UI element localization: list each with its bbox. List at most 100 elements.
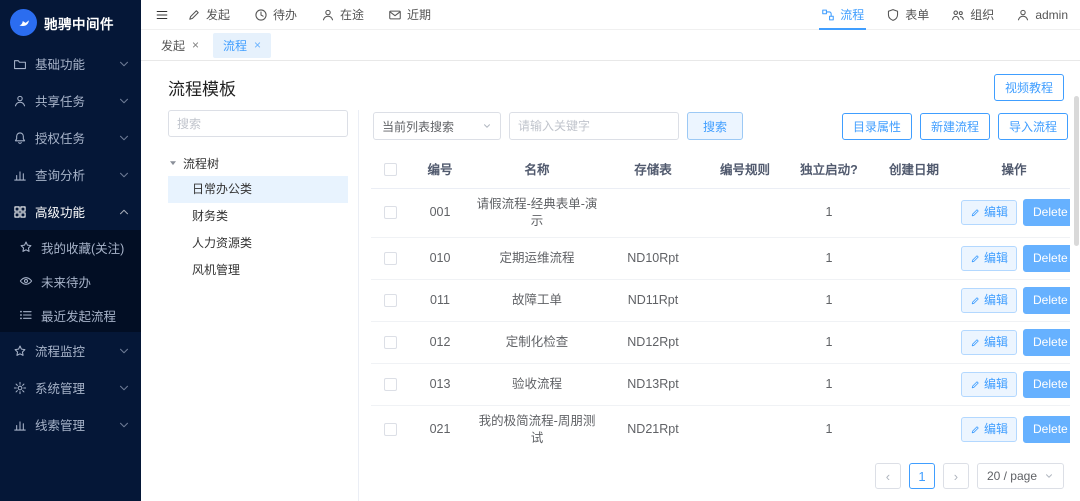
tree-node[interactable]: 财务类 <box>168 203 348 230</box>
topbar-item-label: 表单 <box>905 6 929 23</box>
edit-button[interactable]: 编辑 <box>961 200 1017 225</box>
column-header: 创建日期 <box>871 150 957 188</box>
sidebar-item[interactable]: 共享任务 <box>0 82 141 119</box>
menu-collapse-icon[interactable] <box>155 8 169 22</box>
topbar-item[interactable]: 流程 <box>821 0 864 30</box>
tab[interactable]: 发起 × <box>151 33 209 58</box>
topbar-item[interactable]: 发起 <box>187 0 230 30</box>
delete-button[interactable]: Delete <box>1023 199 1070 226</box>
row-select-cell <box>371 405 409 453</box>
tree-nodes: 日常办公类财务类人力资源类风机管理 <box>168 176 348 284</box>
column-header: 操作 <box>957 150 1070 188</box>
topbar-item[interactable]: 待办 <box>254 0 297 30</box>
prev-page-button[interactable]: ‹ <box>875 463 901 489</box>
cell-no: 001 <box>409 188 471 237</box>
edit-button[interactable]: 编辑 <box>961 288 1017 313</box>
edit-icon <box>970 337 981 348</box>
row-checkbox[interactable] <box>384 378 397 391</box>
column-header: 编号规则 <box>703 150 787 188</box>
page-number-button[interactable]: 1 <box>909 463 935 489</box>
flow-tree: 流程树 日常办公类财务类人力资源类风机管理 <box>168 150 348 284</box>
edit-button[interactable]: 编辑 <box>961 246 1017 271</box>
scrollbar-thumb[interactable] <box>1074 96 1079 246</box>
tree-node[interactable]: 风机管理 <box>168 257 348 284</box>
topbar-item-label: 待办 <box>273 6 297 23</box>
edit-button[interactable]: 编辑 <box>961 330 1017 355</box>
search-button[interactable]: 搜索 <box>687 112 743 140</box>
search-scope-value: 当前列表搜索 <box>382 118 454 135</box>
sidebar: 驰骋中间件 基础功能共享任务授权任务查询分析高级功能我的收藏(关注)未来待办最近… <box>0 0 141 501</box>
page-size-select[interactable]: 20 / page <box>977 463 1064 489</box>
sidebar-item[interactable]: 系统管理 <box>0 369 141 406</box>
row-checkbox[interactable] <box>384 336 397 349</box>
sidebar-item[interactable]: 授权任务 <box>0 119 141 156</box>
grid-icon <box>13 205 27 219</box>
cell-name: 请假流程-经典表单-演示 <box>471 188 603 237</box>
topbar-item[interactable]: 在途 <box>321 0 364 30</box>
chevron-down-icon <box>117 131 131 145</box>
table-row: 013验收流程ND13Rpt1编辑Delete <box>371 363 1070 405</box>
tab[interactable]: 流程× <box>213 33 271 58</box>
tree-search-input[interactable] <box>168 110 348 137</box>
import-flow-button[interactable]: 导入流程 <box>998 113 1068 140</box>
select-all-checkbox[interactable] <box>384 163 397 176</box>
sidebar-subitem[interactable]: 未来待办 <box>0 264 141 298</box>
cell-store: ND10Rpt <box>603 237 703 279</box>
tab-close-icon[interactable]: × <box>254 38 261 52</box>
row-checkbox[interactable] <box>384 294 397 307</box>
chevron-down-icon <box>117 418 131 432</box>
row-actions-cell: 编辑Delete <box>957 188 1070 237</box>
app-title: 驰骋中间件 <box>44 13 114 33</box>
topbar-item[interactable]: 表单 <box>886 0 929 30</box>
table-panel: 当前列表搜索 搜索 目录属性 新建流程 导入流程 <box>358 110 1070 501</box>
keyword-input[interactable] <box>509 112 679 140</box>
sidebar-item[interactable]: 高级功能 <box>0 193 141 230</box>
delete-button[interactable]: Delete <box>1023 371 1070 398</box>
new-flow-button[interactable]: 新建流程 <box>920 113 990 140</box>
table-body: 001请假流程-经典表单-演示1编辑Delete010定期运维流程ND10Rpt… <box>371 188 1070 453</box>
sidebar-subitem[interactable]: 我的收藏(关注) <box>0 230 141 264</box>
table-row: 010定期运维流程ND10Rpt1编辑Delete <box>371 237 1070 279</box>
sidebar-item[interactable]: 线索管理 <box>0 406 141 443</box>
search-scope-select[interactable]: 当前列表搜索 <box>373 112 501 140</box>
column-header: 独立启动? <box>787 150 871 188</box>
cell-no: 010 <box>409 237 471 279</box>
topbar-item[interactable]: 近期 <box>388 0 431 30</box>
tree-node[interactable]: 日常办公类 <box>168 176 348 203</box>
tree-node[interactable]: 人力资源类 <box>168 230 348 257</box>
sidebar-item[interactable]: 查询分析 <box>0 156 141 193</box>
topbar-item[interactable]: admin <box>1016 0 1068 30</box>
cell-created <box>871 237 957 279</box>
row-checkbox[interactable] <box>384 252 397 265</box>
edit-button[interactable]: 编辑 <box>961 372 1017 397</box>
tab-close-icon[interactable]: × <box>192 38 199 52</box>
tree-root-node[interactable]: 流程树 <box>168 150 348 176</box>
star-icon <box>19 240 33 254</box>
sidebar-item[interactable]: 流程监控 <box>0 332 141 369</box>
cell-no: 012 <box>409 321 471 363</box>
sidebar-item-label: 基础功能 <box>35 54 109 73</box>
row-checkbox[interactable] <box>384 423 397 436</box>
cell-store: ND12Rpt <box>603 321 703 363</box>
delete-button[interactable]: Delete <box>1023 329 1070 356</box>
sidebar-item-label: 查询分析 <box>35 165 109 184</box>
video-tutorial-button[interactable]: 视频教程 <box>994 74 1064 101</box>
sidebar-subitem[interactable]: 最近发起流程 <box>0 298 141 332</box>
panel-body: 流程树 日常办公类财务类人力资源类风机管理 当前列表搜索 <box>141 110 1080 501</box>
tab-label: 发起 <box>161 37 185 54</box>
dir-props-button[interactable]: 目录属性 <box>842 113 912 140</box>
edit-icon <box>970 424 981 435</box>
cell-store: ND11Rpt <box>603 279 703 321</box>
edit-button[interactable]: 编辑 <box>961 417 1017 442</box>
row-actions-cell: 编辑Delete <box>957 279 1070 321</box>
row-checkbox[interactable] <box>384 206 397 219</box>
sidebar-item[interactable]: 基础功能 <box>0 45 141 82</box>
delete-button[interactable]: Delete <box>1023 416 1070 443</box>
cell-created <box>871 405 957 453</box>
topbar-item[interactable]: 组织 <box>951 0 994 30</box>
delete-button[interactable]: Delete <box>1023 245 1070 272</box>
delete-button[interactable]: Delete <box>1023 287 1070 314</box>
cell-store: ND21Rpt <box>603 405 703 453</box>
row-actions-cell: 编辑Delete <box>957 363 1070 405</box>
next-page-button[interactable]: › <box>943 463 969 489</box>
